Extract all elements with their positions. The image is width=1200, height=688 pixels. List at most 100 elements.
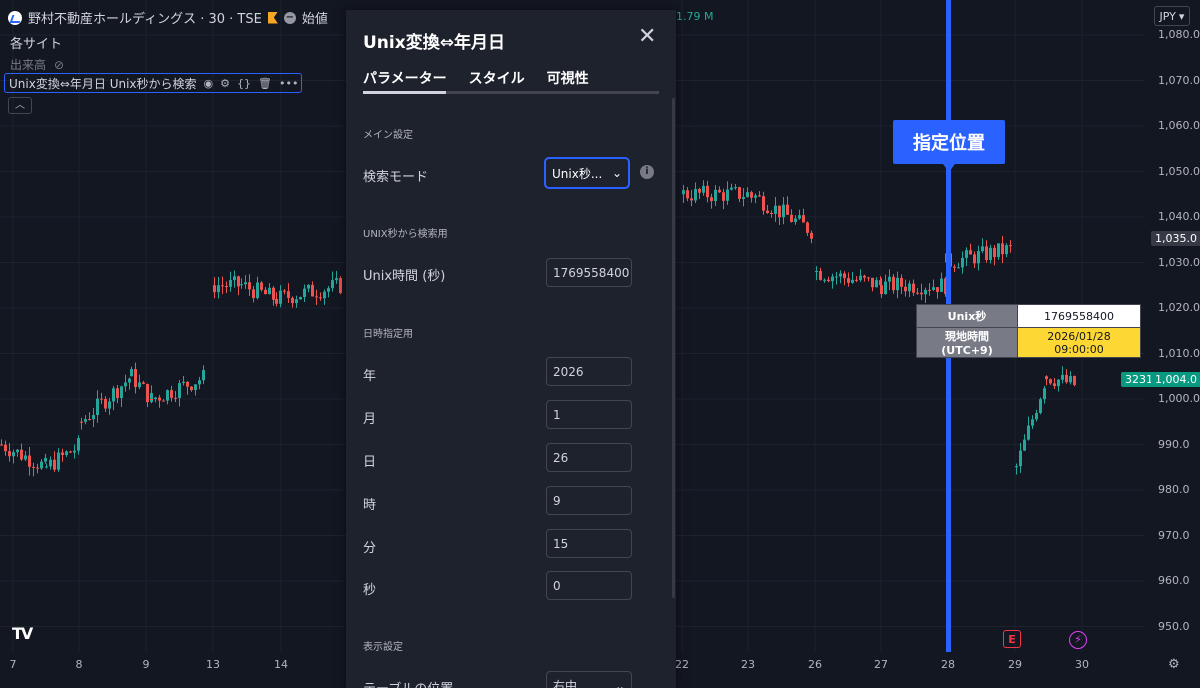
candle-body bbox=[774, 205, 777, 214]
candle-body bbox=[961, 257, 964, 268]
symbol-title[interactable]: 野村不動産ホールディングス · 30 · TSE bbox=[28, 8, 262, 27]
trash-icon[interactable]: 🗑 bbox=[258, 77, 272, 90]
candle-body bbox=[264, 289, 267, 295]
dialog-scrollbar[interactable] bbox=[672, 98, 675, 598]
candle-body bbox=[734, 187, 737, 189]
candle-body bbox=[1073, 376, 1076, 386]
date-tick-label: 30 bbox=[1075, 658, 1089, 671]
unix-info-table: Unix秒 1769558400 現地時間(UTC+9) 2026/01/28 … bbox=[916, 304, 1141, 358]
candle-body bbox=[311, 284, 314, 297]
second-label: 秒 bbox=[363, 583, 377, 598]
date-tick-label: 28 bbox=[941, 658, 955, 671]
candle-body bbox=[190, 386, 193, 391]
candle-body bbox=[1039, 399, 1042, 413]
currency-button[interactable]: JPY ▾ bbox=[1154, 6, 1190, 26]
tab-style[interactable]: スタイル bbox=[469, 68, 525, 88]
table-row: Unix秒 1769558400 bbox=[916, 304, 1141, 328]
candle-body bbox=[782, 204, 785, 218]
gear-icon[interactable]: ⚙ bbox=[1168, 657, 1180, 672]
candle-body bbox=[130, 369, 133, 377]
candle-body bbox=[770, 212, 773, 214]
candle-body bbox=[198, 380, 201, 385]
currency-label: JPY bbox=[1159, 9, 1176, 23]
candle-body bbox=[20, 449, 23, 460]
candle-body bbox=[750, 194, 753, 198]
candle-body bbox=[989, 247, 992, 261]
unix-time-label: Unix時間 (秒) bbox=[363, 269, 446, 284]
table-position-select[interactable]: 右中 ⌄ bbox=[546, 671, 632, 688]
candle-body bbox=[754, 195, 757, 198]
candle-body bbox=[997, 243, 1000, 257]
candle-body bbox=[798, 215, 801, 219]
candle-body bbox=[871, 277, 874, 288]
close-icon[interactable]: ✕ bbox=[638, 26, 656, 48]
candle-body bbox=[77, 438, 80, 451]
candle-body bbox=[162, 400, 165, 402]
candle-body bbox=[57, 452, 60, 470]
candle-body bbox=[969, 250, 972, 255]
section-main: メイン設定 bbox=[363, 130, 413, 141]
volume-legend[interactable]: 出来高 ⊘ bbox=[10, 56, 64, 73]
candle-body bbox=[904, 286, 907, 292]
sites-label[interactable]: 各サイト bbox=[10, 33, 62, 52]
candle-body bbox=[299, 296, 302, 300]
candle-body bbox=[213, 285, 216, 293]
candle-body bbox=[794, 218, 797, 222]
candle-body bbox=[815, 271, 818, 273]
flag-icon[interactable] bbox=[267, 11, 278, 24]
candle-body bbox=[875, 280, 878, 288]
candle-body bbox=[92, 415, 95, 420]
candle-body bbox=[1023, 439, 1026, 451]
braces-icon[interactable]: {} bbox=[237, 77, 251, 90]
symbol-header[interactable]: 野村不動産ホールディングス · 30 · TSE − 始値 bbox=[8, 8, 328, 27]
indicator-name[interactable]: Unix変換⇔年月日 Unix秒から検索 bbox=[9, 75, 197, 92]
unix-time-input[interactable]: 1769558400 bbox=[546, 258, 632, 287]
candle-body bbox=[319, 297, 322, 299]
candle-body bbox=[1049, 379, 1052, 384]
year-input[interactable]: 2026 bbox=[546, 357, 632, 386]
hidden-eye-icon[interactable]: ⊘ bbox=[54, 58, 64, 72]
candle-body bbox=[977, 251, 980, 264]
search-mode-select[interactable]: Unix秒... ⌄ bbox=[544, 157, 630, 189]
day-input[interactable]: 26 bbox=[546, 443, 632, 472]
price-tick-label: 1,050.0 bbox=[1158, 164, 1200, 178]
volume-label: 出来高 bbox=[10, 58, 47, 72]
month-input[interactable]: 1 bbox=[546, 400, 632, 429]
candle-body bbox=[104, 399, 107, 409]
candle-body bbox=[855, 279, 858, 281]
price-tick-label: 1,020.0 bbox=[1158, 301, 1200, 314]
hour-input[interactable]: 9 bbox=[546, 486, 632, 515]
collapse-legend-button[interactable]: ︿ bbox=[8, 97, 32, 114]
settings-icon[interactable]: ⚙ bbox=[220, 77, 230, 90]
candle-body bbox=[134, 369, 137, 388]
second-input[interactable]: 0 bbox=[546, 571, 632, 600]
candle-body bbox=[182, 381, 185, 384]
candle-body bbox=[244, 282, 247, 285]
candle-body bbox=[880, 285, 883, 295]
earnings-icon[interactable]: E bbox=[1003, 630, 1021, 648]
candle-body bbox=[1009, 245, 1012, 247]
eye-icon[interactable]: ◉ bbox=[204, 77, 214, 90]
candle-body bbox=[45, 466, 48, 468]
candle-body bbox=[710, 197, 713, 202]
minute-input[interactable]: 15 bbox=[546, 529, 632, 558]
candle-body bbox=[240, 284, 243, 286]
tab-visibility[interactable]: 可視性 bbox=[547, 68, 589, 88]
tradingview-logo-icon[interactable]: TV bbox=[12, 624, 33, 643]
more-icon[interactable]: ••• bbox=[279, 77, 298, 90]
candle-body bbox=[268, 287, 271, 295]
candle-body bbox=[279, 290, 282, 304]
indicator-legend[interactable]: Unix変換⇔年月日 Unix秒から検索 ◉ ⚙ {} 🗑 ••• bbox=[4, 73, 302, 93]
info-icon[interactable]: i bbox=[640, 165, 654, 179]
chevron-down-icon: ⌄ bbox=[611, 166, 622, 180]
candle-body bbox=[96, 398, 99, 416]
candle-body bbox=[32, 466, 35, 468]
flash-icon[interactable]: ⚡ bbox=[1069, 631, 1087, 649]
candle-body bbox=[174, 397, 177, 399]
candle-body bbox=[835, 276, 838, 278]
price-tick-label: 1,000.0 bbox=[1158, 392, 1200, 405]
date-tick-label: 13 bbox=[206, 658, 220, 671]
search-mode-label: 検索モード bbox=[363, 170, 429, 185]
candle-body bbox=[8, 451, 11, 457]
tab-parameters[interactable]: パラメーター bbox=[363, 68, 447, 88]
